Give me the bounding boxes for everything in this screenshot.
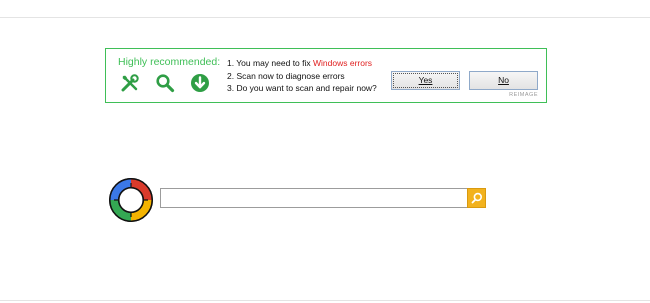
yes-button[interactable]: Yes xyxy=(391,71,460,90)
no-label: No xyxy=(498,75,509,85)
yes-label: Yes xyxy=(418,75,433,85)
line1-text: 1. You may need to fix xyxy=(227,58,314,68)
banner-line-3: 3. Do you want to scan and repair now? xyxy=(227,83,377,93)
bottom-divider xyxy=(0,300,650,301)
search-input[interactable] xyxy=(160,188,467,208)
search-icon[interactable] xyxy=(155,73,175,93)
banner-heading: Highly recommended: xyxy=(118,56,221,68)
no-button[interactable]: No xyxy=(469,71,538,90)
recommendation-banner: Highly recommended: 1. You may need to f… xyxy=(105,48,547,103)
ring-logo-icon xyxy=(109,178,153,222)
banner-line-1: 1. You may need to fix Windows errors xyxy=(227,57,377,70)
download-icon[interactable] xyxy=(190,73,210,93)
search-button[interactable] xyxy=(467,188,486,208)
windows-errors-text: Windows errors xyxy=(313,58,373,68)
banner-messages: 1. You may need to fix Windows errors 2.… xyxy=(227,57,377,95)
search-button-icon xyxy=(471,192,482,204)
brand-label: REIMAGE xyxy=(509,92,538,98)
banner-line-2: 2. Scan now to diagnose errors xyxy=(227,70,345,81)
top-divider xyxy=(0,17,650,18)
tools-icon[interactable] xyxy=(120,73,140,93)
